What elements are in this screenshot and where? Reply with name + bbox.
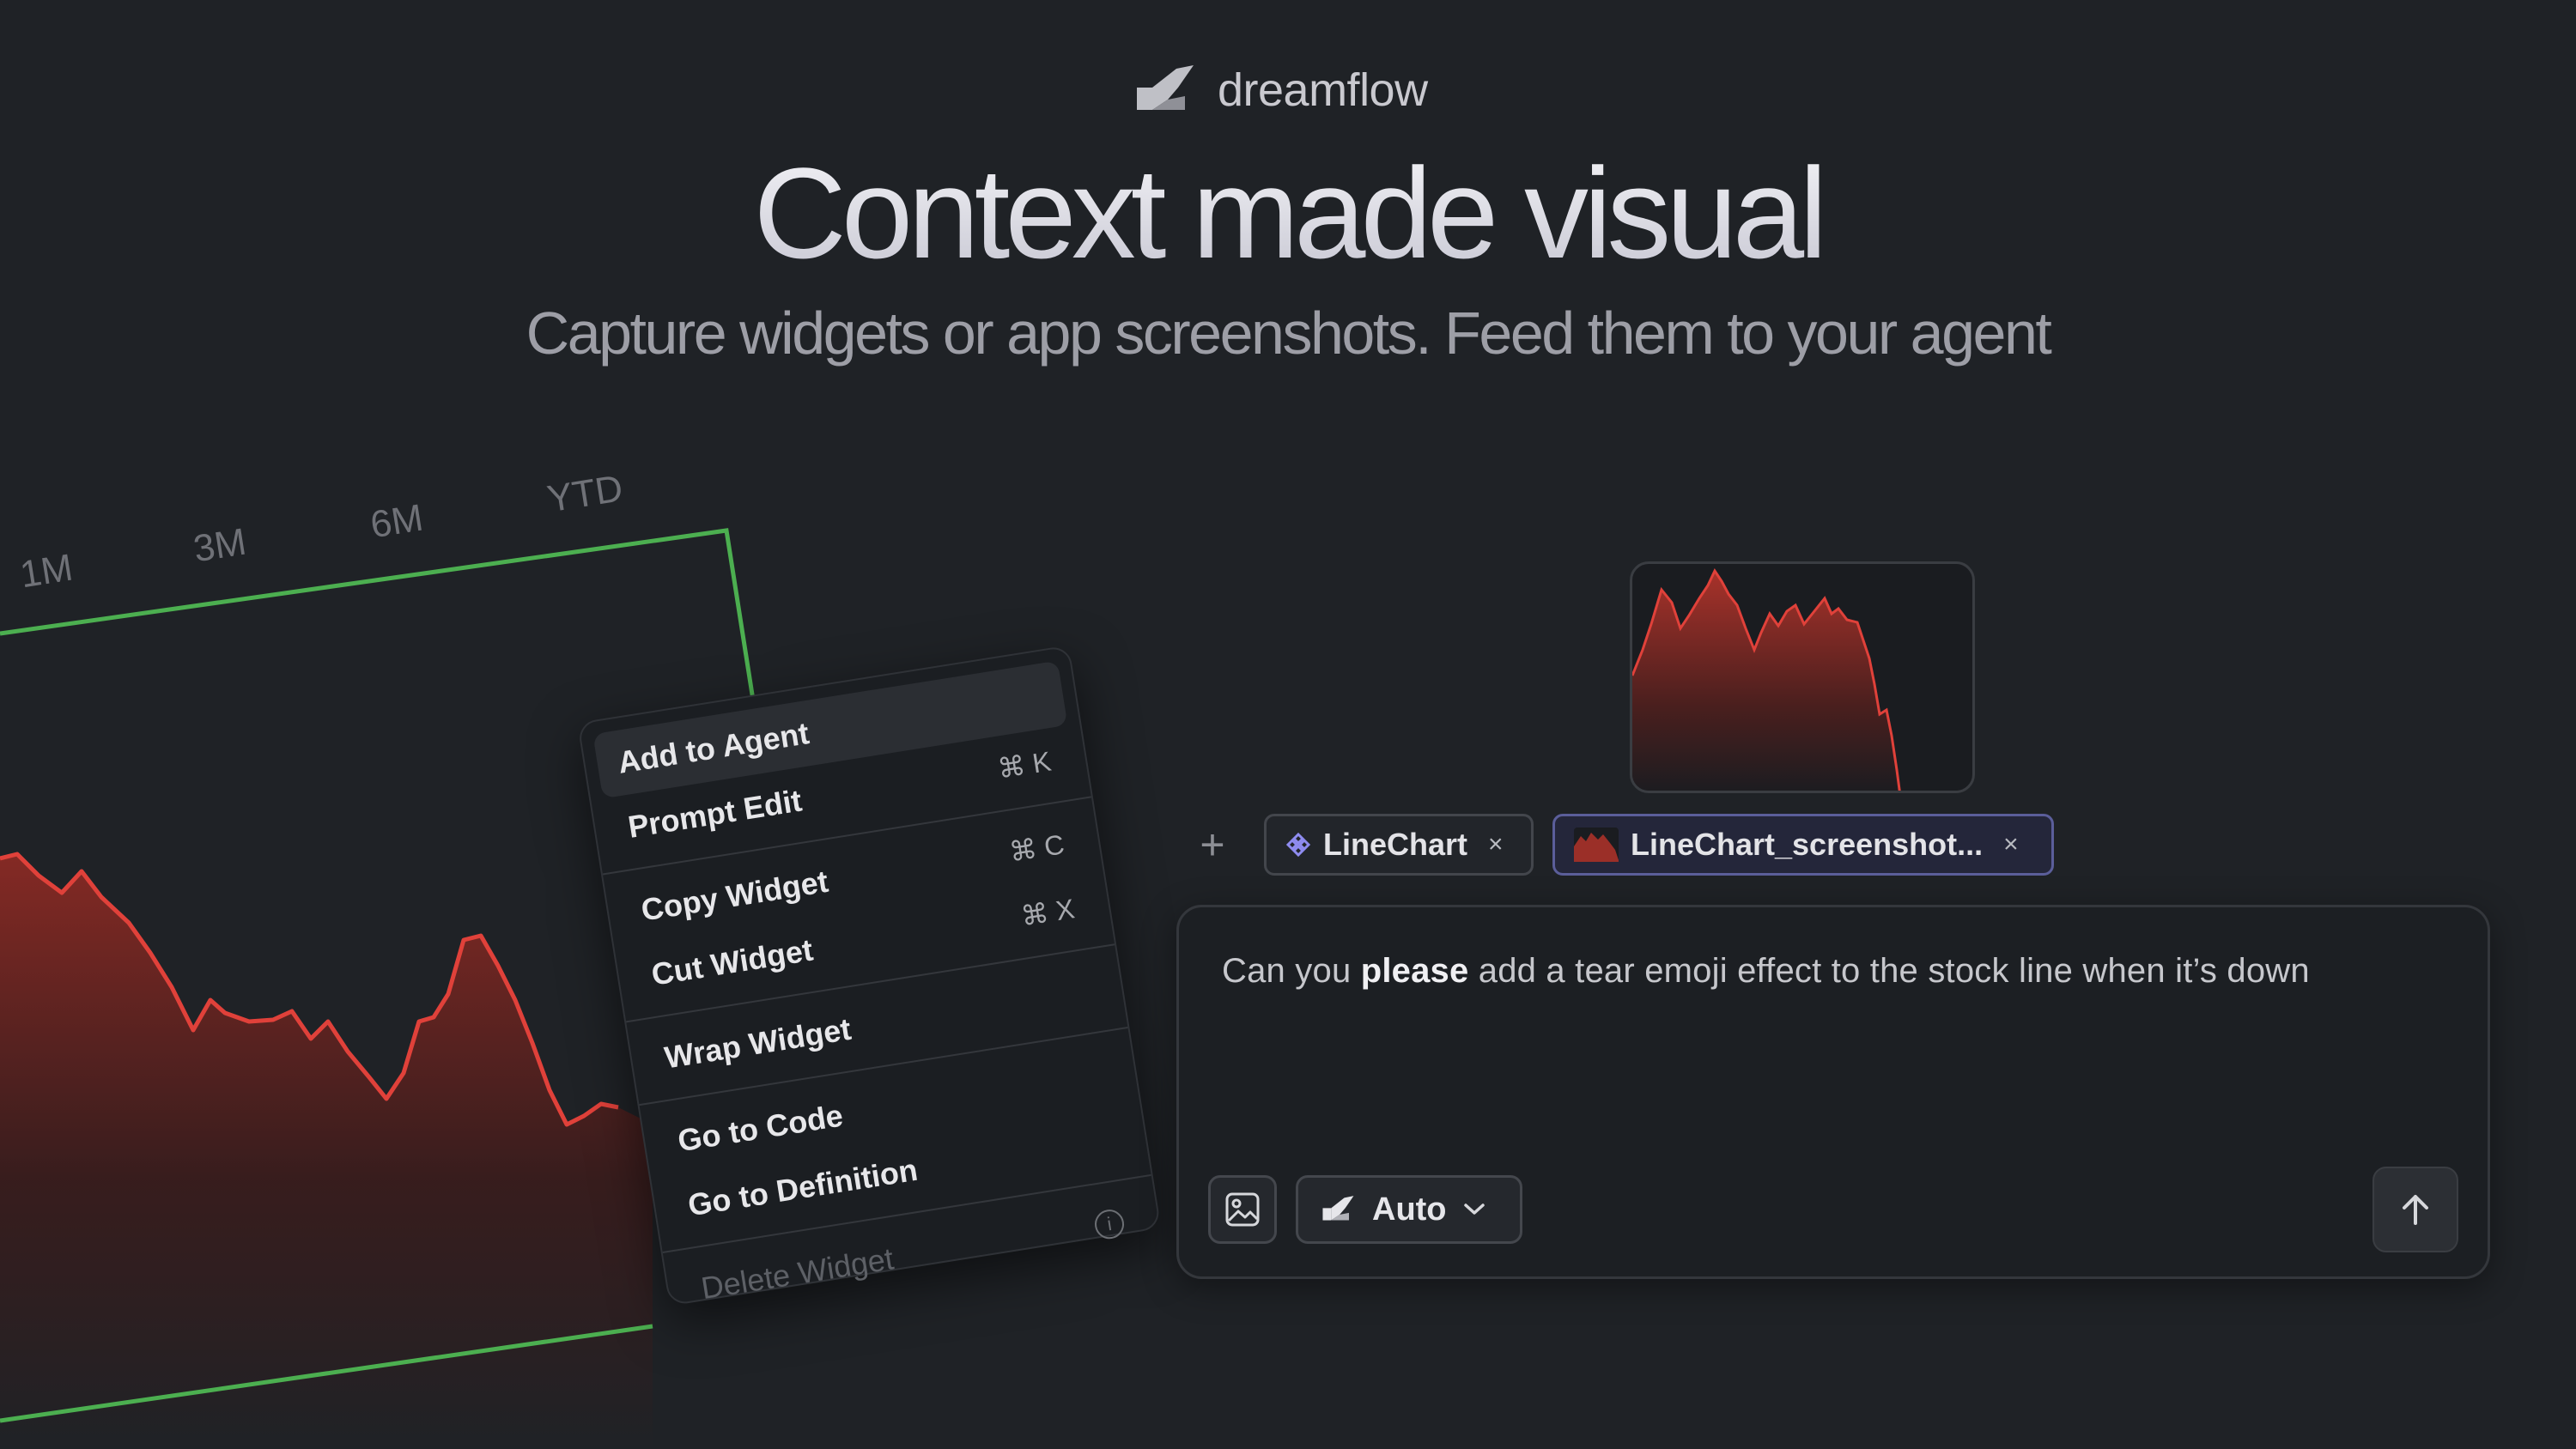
hero-title: Context made visual bbox=[0, 139, 2576, 288]
image-icon bbox=[1225, 1192, 1260, 1227]
chip-label: LineChart_screenshot... bbox=[1631, 827, 1984, 862]
period-3m[interactable]: 3M bbox=[191, 520, 249, 571]
menu-item-label: Wrap Widget bbox=[662, 1010, 854, 1076]
widget-icon bbox=[1285, 832, 1311, 858]
add-context-button[interactable]: + bbox=[1192, 821, 1233, 869]
hero-subtitle: Capture widgets or app screenshots. Feed… bbox=[526, 300, 2052, 367]
prompt-input[interactable]: Can you please add a tear emoji effect t… bbox=[1222, 952, 2310, 991]
chart-area-fill bbox=[0, 854, 653, 1449]
menu-item-label: Prompt Edit bbox=[625, 782, 805, 845]
close-icon[interactable]: × bbox=[2003, 830, 2019, 859]
attach-image-button[interactable] bbox=[1208, 1175, 1277, 1244]
prompt-text-bold: please bbox=[1360, 952, 1469, 990]
context-menu: Add to Agent Prompt Edit ⌘ K Copy Widget… bbox=[577, 645, 1162, 1307]
screenshot-preview bbox=[1630, 561, 1975, 793]
prompt-composer[interactable]: Can you please add a tear emoji effect t… bbox=[1176, 905, 2490, 1279]
dreamflow-logo-icon bbox=[1322, 1196, 1354, 1221]
prompt-text-after: add a tear emoji effect to the stock lin… bbox=[1468, 952, 2310, 990]
send-button[interactable] bbox=[2372, 1167, 2458, 1252]
shortcut-label: ⌘ K bbox=[995, 745, 1054, 785]
screenshot-chart-thumb bbox=[1632, 567, 1901, 791]
menu-item-label: Cut Widget bbox=[648, 931, 816, 992]
brand: dreamflow bbox=[1133, 58, 1428, 122]
model-select[interactable]: Auto bbox=[1296, 1175, 1522, 1244]
shortcut-label: ⌘ C bbox=[1007, 828, 1066, 868]
menu-item-label: Go to Code bbox=[675, 1097, 846, 1159]
chip-label: LineChart bbox=[1323, 827, 1468, 862]
period-6m[interactable]: 6M bbox=[368, 496, 426, 547]
screenshot-thumb-icon bbox=[1574, 828, 1619, 862]
context-chip-screenshot[interactable]: LineChart_screenshot... × bbox=[1552, 814, 2054, 876]
chevron-down-icon bbox=[1463, 1203, 1485, 1215]
dreamflow-logo-icon bbox=[1137, 65, 1194, 110]
brand-name: dreamflow bbox=[1218, 64, 1428, 116]
close-icon[interactable]: × bbox=[1488, 830, 1504, 859]
prompt-text-before: Can you bbox=[1222, 952, 1361, 990]
shortcut-label: ⌘ X bbox=[1018, 893, 1077, 932]
arrow-up-icon bbox=[2403, 1195, 2428, 1225]
model-label: Auto bbox=[1372, 1191, 1447, 1228]
period-1m[interactable]: 1M bbox=[17, 546, 76, 597]
context-chip-linechart[interactable]: LineChart × bbox=[1264, 814, 1534, 876]
info-icon[interactable]: i bbox=[1092, 1207, 1127, 1241]
